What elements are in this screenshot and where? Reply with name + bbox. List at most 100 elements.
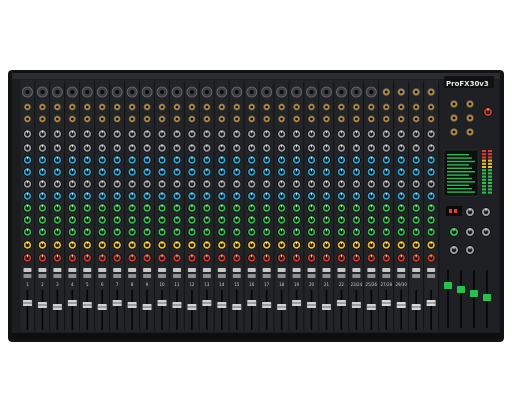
mute-button-icon	[172, 274, 181, 278]
channel-strip	[364, 80, 379, 332]
led-meter-icon	[488, 178, 492, 181]
mute-button-icon	[23, 274, 32, 278]
mute-button-icon	[277, 274, 286, 278]
channel-number-label: 4	[71, 282, 74, 287]
mute-button-icon	[217, 274, 226, 278]
mute-button-icon	[217, 268, 226, 272]
fader-icon	[340, 290, 343, 330]
led-meter-icon	[482, 156, 486, 159]
mute-button-icon	[187, 268, 196, 272]
led-meter-icon	[488, 172, 492, 175]
channel-strip	[289, 80, 305, 332]
mute-button-icon	[202, 274, 211, 278]
mute-button-icon	[337, 268, 346, 272]
channel-strip	[110, 80, 125, 332]
mute-button-icon	[247, 274, 256, 278]
mute-button-icon	[68, 274, 77, 278]
fader-icon	[430, 290, 432, 330]
channel-number-label: 13	[204, 282, 210, 287]
mute-button-icon	[397, 268, 406, 272]
mute-button-icon	[187, 274, 196, 278]
bottom-bevel	[12, 333, 500, 339]
channel-strip	[50, 80, 65, 332]
channel-strip	[274, 80, 290, 332]
mute-button-icon	[397, 274, 406, 278]
led-meter-icon	[482, 169, 486, 172]
channel-number-label: 10	[159, 282, 165, 287]
mute-button-icon	[143, 274, 152, 278]
channel-number-label: 9	[146, 282, 149, 287]
channel-number-label: 25/26	[366, 282, 378, 287]
led-meter-icon	[482, 153, 486, 156]
mute-button-icon	[128, 274, 137, 278]
fader-icon	[295, 290, 298, 330]
mute-button-icon	[113, 274, 122, 278]
led-meter-icon	[488, 182, 492, 184]
channel-strip	[424, 80, 439, 332]
mute-button-icon	[352, 268, 361, 272]
fader-icon	[206, 290, 208, 330]
mute-button-icon	[202, 268, 211, 272]
mute-button-icon	[262, 274, 271, 278]
fader-icon	[116, 290, 118, 330]
mute-button-icon	[38, 268, 47, 272]
fader-icon	[221, 290, 223, 330]
fader-icon	[176, 290, 178, 330]
fader-icon	[131, 290, 133, 330]
mute-button-icon	[38, 274, 47, 278]
mute-button-icon	[322, 268, 331, 272]
mute-button-icon	[292, 268, 301, 272]
mute-button-icon	[277, 268, 286, 272]
fader-icon	[161, 290, 163, 330]
led-meter-icon	[482, 162, 486, 165]
channel-number-label: 23/24	[351, 282, 363, 287]
led-meter-icon	[482, 188, 486, 191]
channel-number-label: 7	[116, 282, 119, 287]
led-meter-icon	[482, 185, 486, 188]
channel-number-label: 14	[219, 282, 225, 287]
channel-strip	[259, 80, 275, 332]
channel-number-label: 16	[249, 282, 255, 287]
channel-number-label: 29/30	[395, 282, 407, 287]
fader-icon	[400, 290, 403, 330]
led-meter-icon	[482, 166, 486, 168]
fader-icon	[447, 270, 449, 328]
fader-icon	[41, 290, 44, 330]
channel-number-label: 18	[279, 282, 285, 287]
channel-strip	[214, 80, 230, 332]
master-section	[440, 76, 498, 332]
fader-icon	[385, 290, 388, 330]
led-meter-icon	[488, 153, 492, 156]
mixer-photo: 1 2 3 4 5 6 7 8 9 10 11 12 13 14 15 16 17 18 19 20 21 22 23/24…	[8, 70, 504, 342]
channel-number-label: 15	[234, 282, 240, 287]
channel-strip	[379, 80, 394, 332]
mute-button-icon	[53, 274, 62, 278]
mute-button-icon	[98, 274, 107, 278]
channel-number-label: 20	[309, 282, 315, 287]
channel-number-label: 22	[339, 282, 345, 287]
channel-strip	[319, 80, 334, 332]
led-meter-icon	[488, 175, 492, 178]
channel-strip	[170, 80, 185, 332]
mute-button-icon	[367, 274, 376, 278]
mute-button-icon	[382, 268, 391, 272]
mute-button-icon	[143, 268, 152, 272]
led-meter-icon	[482, 159, 486, 162]
mute-button-icon	[83, 274, 92, 278]
channel-strip	[155, 80, 170, 332]
led-meter-icon	[488, 159, 492, 162]
mute-button-icon	[262, 268, 271, 272]
mute-button-icon	[23, 268, 32, 272]
channel-strip	[304, 80, 320, 332]
led-meter-icon	[482, 175, 486, 178]
channel-number-label: 11	[174, 282, 180, 287]
mute-button-icon	[307, 274, 316, 278]
mute-button-icon	[382, 274, 391, 278]
fader-icon	[355, 290, 358, 330]
channel-number-label: 8	[131, 282, 134, 287]
channel-number-label: 5	[86, 282, 89, 287]
fader-icon	[71, 290, 74, 330]
led-meter-icon	[488, 166, 492, 168]
mute-button-icon	[158, 274, 167, 278]
channel-strip	[334, 80, 349, 332]
